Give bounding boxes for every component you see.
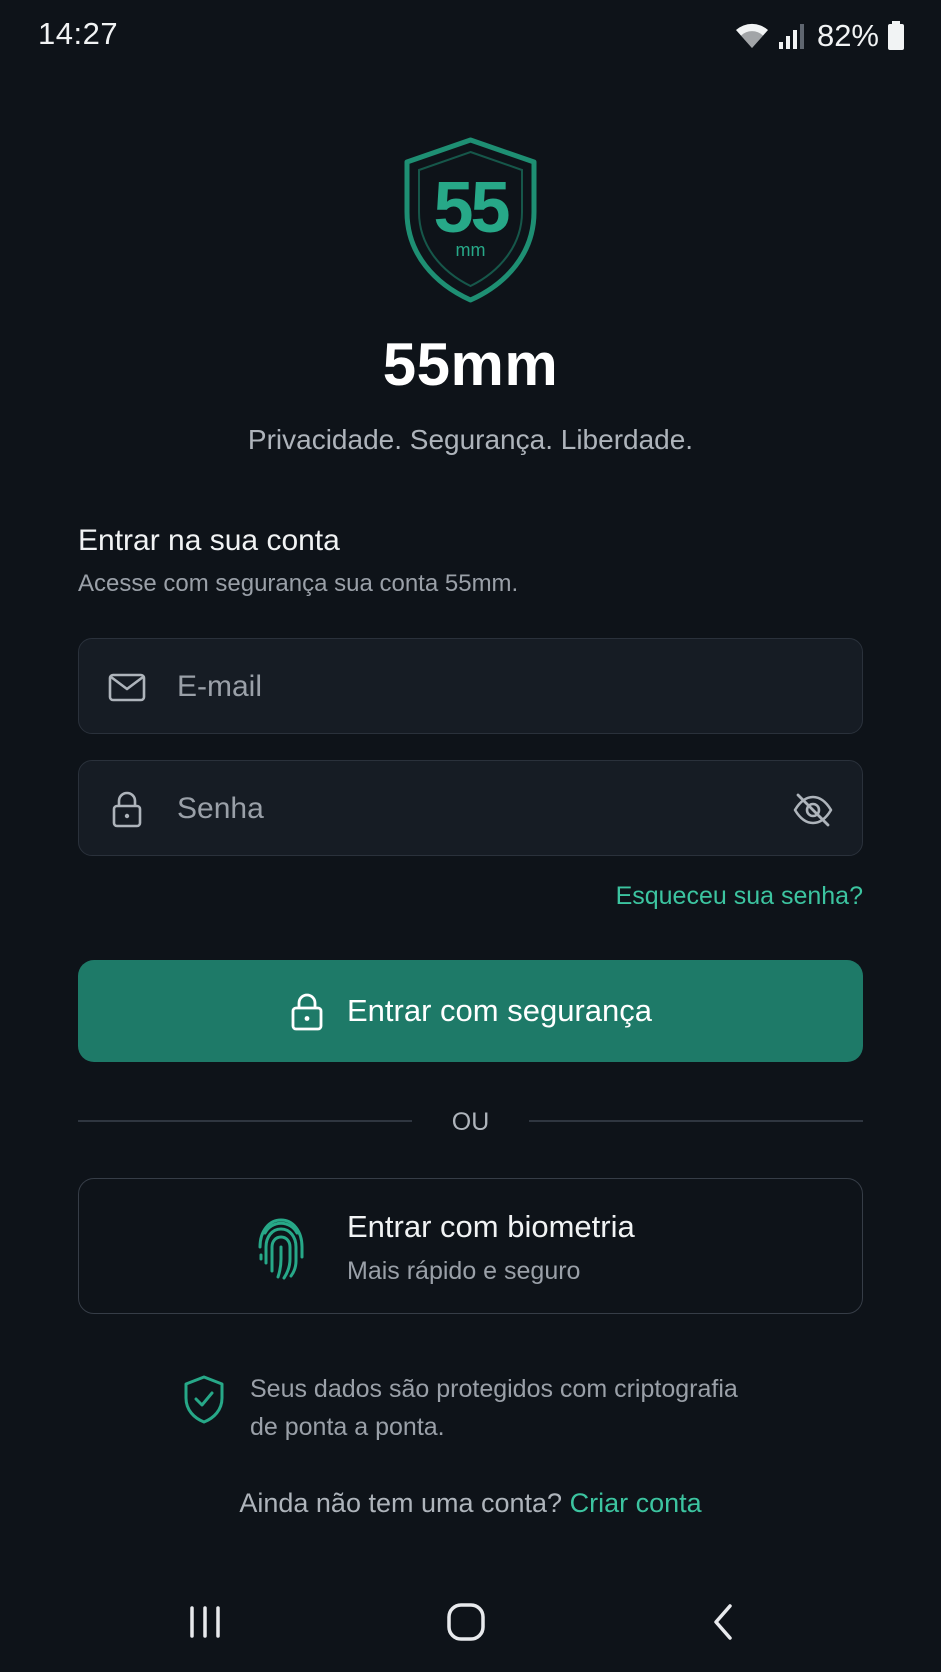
status-bar: 14:27 82% <box>0 0 941 70</box>
tagline: Privacidade. Segurança. Liberdade. <box>247 424 694 455</box>
app-name: 55mm <box>382 331 559 398</box>
signup-row: Ainda não tem uma conta? Criar conta <box>0 1488 941 1519</box>
battery-icon <box>888 21 904 50</box>
back-button[interactable] <box>694 1598 754 1646</box>
fingerprint-icon <box>258 1218 304 1280</box>
shield-logo-icon: 55 mm <box>404 137 537 303</box>
brand-logo: 55 mm <box>400 136 541 304</box>
create-account-link[interactable]: Criar conta <box>570 1488 702 1518</box>
signup-prompt: Ainda não tem uma conta? <box>239 1488 563 1518</box>
home-button[interactable] <box>436 1598 496 1646</box>
status-time: 14:27 <box>38 16 119 51</box>
login-subtitle: Acesse com segurança sua conta 55mm. <box>78 570 519 597</box>
wifi-icon <box>735 23 768 48</box>
logo-number: 55 <box>433 168 509 248</box>
biometric-title: Entrar com biometria <box>347 1209 635 1244</box>
or-divider: OU <box>78 1108 863 1136</box>
divider-line-right <box>529 1120 863 1122</box>
email-input[interactable] <box>177 659 737 715</box>
security-note-line-1: Seus dados são protegidos com criptograf… <box>250 1375 738 1403</box>
shield-check-icon <box>184 1375 224 1424</box>
forgot-password-link[interactable]: Esqueceu sua senha? <box>616 882 863 911</box>
security-note-line-2: de ponta a ponta. <box>250 1413 445 1441</box>
battery-percentage: 82% <box>816 18 879 53</box>
secure-login-button[interactable]: Entrar com segurança <box>78 960 863 1062</box>
login-title: Entrar na sua conta <box>78 524 340 557</box>
secure-login-label: Entrar com segurança <box>347 993 652 1028</box>
biometric-subtitle: Mais rápido e seguro <box>347 1257 581 1285</box>
biometric-login-button[interactable]: Entrar com biometria Mais rápido e segur… <box>78 1178 863 1314</box>
status-indicators: 82% <box>735 18 905 54</box>
recent-apps-icon <box>190 1606 220 1638</box>
system-navigation-bar <box>0 1580 941 1672</box>
signal-icon <box>778 24 804 49</box>
envelope-icon <box>108 673 146 702</box>
logo-unit: mm <box>456 240 486 260</box>
lock-icon <box>112 791 142 828</box>
security-note-text: Seus dados são protegidos com criptograf… <box>250 1370 810 1446</box>
password-field-container <box>78 760 863 856</box>
divider-text: OU <box>451 1108 490 1136</box>
email-field-container <box>78 638 863 734</box>
eye-off-icon[interactable] <box>792 789 834 831</box>
home-icon <box>447 1603 485 1641</box>
password-input[interactable] <box>177 781 737 837</box>
back-icon <box>714 1604 732 1640</box>
lock-icon <box>291 993 323 1031</box>
login-screen: 14:27 82% 55 mm 55mm Privacidade. Segura… <box>0 0 941 1672</box>
recent-apps-button[interactable] <box>176 1598 236 1646</box>
